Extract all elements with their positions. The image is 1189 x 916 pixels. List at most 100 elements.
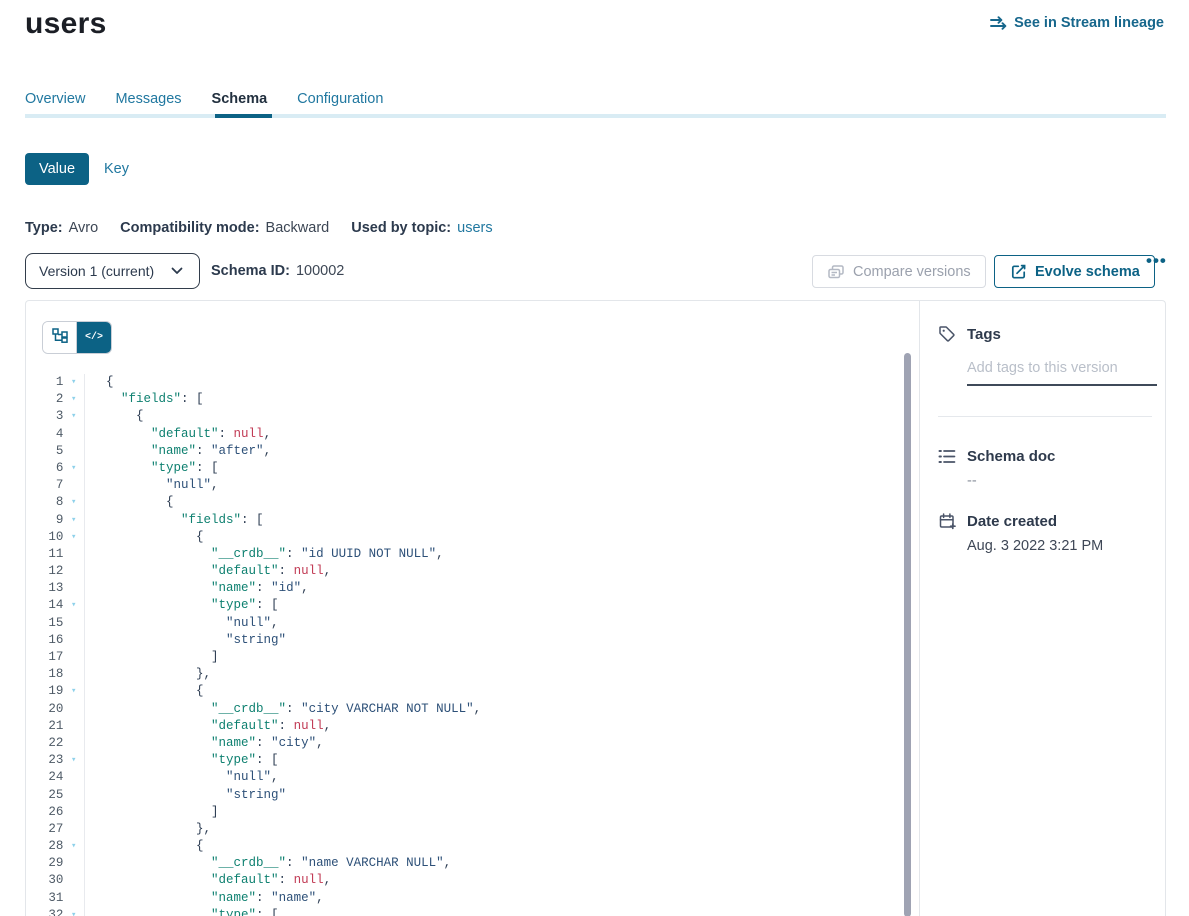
line-number: 13 [26, 580, 63, 597]
tags-section-heading: Tags [938, 325, 1152, 343]
fold-toggle-icon[interactable]: ▾ [63, 494, 84, 511]
line-number: 12 [26, 563, 63, 580]
code-view-button[interactable]: </> [77, 322, 111, 353]
fold-spacer [63, 580, 84, 597]
gutter-line: 14▾ [26, 597, 84, 614]
code-line: "name": "city", [106, 735, 481, 752]
fold-spacer [63, 563, 84, 580]
code-line: { [106, 494, 481, 511]
json-key: "name" [151, 444, 196, 458]
tab-overview[interactable]: Overview [25, 91, 85, 107]
code-line: }, [106, 666, 481, 683]
line-number: 10 [26, 529, 63, 546]
code-line: "default": null, [106, 872, 481, 889]
gutter-line: 13 [26, 580, 84, 597]
json-punctuation: }, [196, 822, 211, 836]
fold-toggle-icon[interactable]: ▾ [63, 597, 84, 614]
fold-spacer [63, 787, 84, 804]
compare-versions-button[interactable]: Compare versions [812, 255, 986, 288]
meta-item: Used by topic:users [351, 220, 492, 236]
code-line: "name": "id", [106, 580, 481, 597]
code-line: "null", [106, 477, 481, 494]
value-toggle-button[interactable]: Value [25, 153, 89, 185]
schema-doc-heading: Schema doc [938, 448, 1152, 465]
see-in-stream-lineage-link[interactable]: See in Stream lineage [989, 15, 1164, 31]
tree-view-button[interactable] [43, 322, 77, 353]
json-string: "name VARCHAR NULL" [301, 856, 444, 870]
meta-value: Backward [266, 220, 330, 236]
meta-item: Compatibility mode: Backward [120, 220, 329, 236]
tab-track [25, 114, 1166, 118]
fold-spacer [63, 632, 84, 649]
fold-toggle-icon[interactable]: ▾ [63, 752, 84, 769]
json-key: "type" [211, 908, 256, 916]
fold-spacer [63, 735, 84, 752]
fold-toggle-icon[interactable]: ▾ [63, 512, 84, 529]
code-editor[interactable]: 1▾2▾3▾456▾78▾9▾10▾11121314▾1516171819▾20… [26, 374, 919, 916]
gutter-line: 19▾ [26, 683, 84, 700]
code-view-icon: </> [85, 332, 103, 343]
evolve-schema-button[interactable]: Evolve schema [994, 255, 1155, 288]
tags-title: Tags [967, 326, 1001, 343]
json-key: "fields" [121, 392, 181, 406]
gutter-line: 11 [26, 546, 84, 563]
fold-spacer [63, 426, 84, 443]
json-punctuation: : [256, 736, 271, 750]
more-options-button[interactable]: ••• [1146, 251, 1167, 271]
line-number: 23 [26, 752, 63, 769]
fold-toggle-icon[interactable]: ▾ [63, 374, 84, 391]
editor-scrollbar[interactable] [904, 353, 911, 916]
code-line: "string" [106, 787, 481, 804]
code-line: "__crdb__": "city VARCHAR NOT NULL", [106, 701, 481, 718]
fold-toggle-icon[interactable]: ▾ [63, 391, 84, 408]
json-punctuation: , [436, 547, 444, 561]
json-punctuation: { [106, 375, 114, 389]
line-number: 19 [26, 683, 63, 700]
json-punctuation: { [196, 530, 204, 544]
fold-spacer [63, 477, 84, 494]
key-toggle-link[interactable]: Key [104, 161, 129, 177]
line-number: 8 [26, 494, 63, 511]
json-punctuation: , [316, 891, 324, 905]
json-punctuation: , [264, 444, 272, 458]
json-punctuation: , [271, 616, 279, 630]
line-number: 20 [26, 701, 63, 718]
version-select[interactable]: Version 1 (current) [25, 253, 200, 289]
gutter-line: 2▾ [26, 391, 84, 408]
fold-toggle-icon[interactable]: ▾ [63, 529, 84, 546]
tab-schema[interactable]: Schema [212, 91, 268, 107]
schema-id-label: Schema ID: [211, 263, 290, 279]
code-line: "__crdb__": "name VARCHAR NULL", [106, 855, 481, 872]
fold-toggle-icon[interactable]: ▾ [63, 408, 84, 425]
chevron-down-icon [168, 267, 186, 275]
json-punctuation: : [ [256, 908, 279, 916]
gutter-line: 10▾ [26, 529, 84, 546]
fold-toggle-icon[interactable]: ▾ [63, 907, 84, 916]
fold-toggle-icon[interactable]: ▾ [63, 683, 84, 700]
code-line: "name": "name", [106, 890, 481, 907]
fold-spacer [63, 855, 84, 872]
code-line: "fields": [ [106, 512, 481, 529]
meta-value-link[interactable]: users [457, 220, 492, 236]
meta-label: Compatibility mode: [120, 220, 259, 236]
code-line: ] [106, 649, 481, 666]
line-number: 18 [26, 666, 63, 683]
json-string: "string" [226, 788, 286, 802]
code-line: "fields": [ [106, 391, 481, 408]
gutter-line: 32▾ [26, 907, 84, 916]
gutter-line: 6▾ [26, 460, 84, 477]
add-tags-input[interactable] [967, 356, 1157, 384]
line-number: 14 [26, 597, 63, 614]
tab-messages[interactable]: Messages [115, 91, 181, 107]
json-punctuation: : [ [196, 461, 219, 475]
fold-spacer [63, 718, 84, 735]
fold-toggle-icon[interactable]: ▾ [63, 460, 84, 477]
json-key: "__crdb__" [211, 547, 286, 561]
schema-id-value: 100002 [296, 263, 344, 279]
fold-toggle-icon[interactable]: ▾ [63, 838, 84, 855]
code-line: { [106, 529, 481, 546]
line-number: 6 [26, 460, 63, 477]
json-punctuation: , [301, 581, 309, 595]
tab-configuration[interactable]: Configuration [297, 91, 383, 107]
date-created-heading: Date created [938, 513, 1152, 530]
